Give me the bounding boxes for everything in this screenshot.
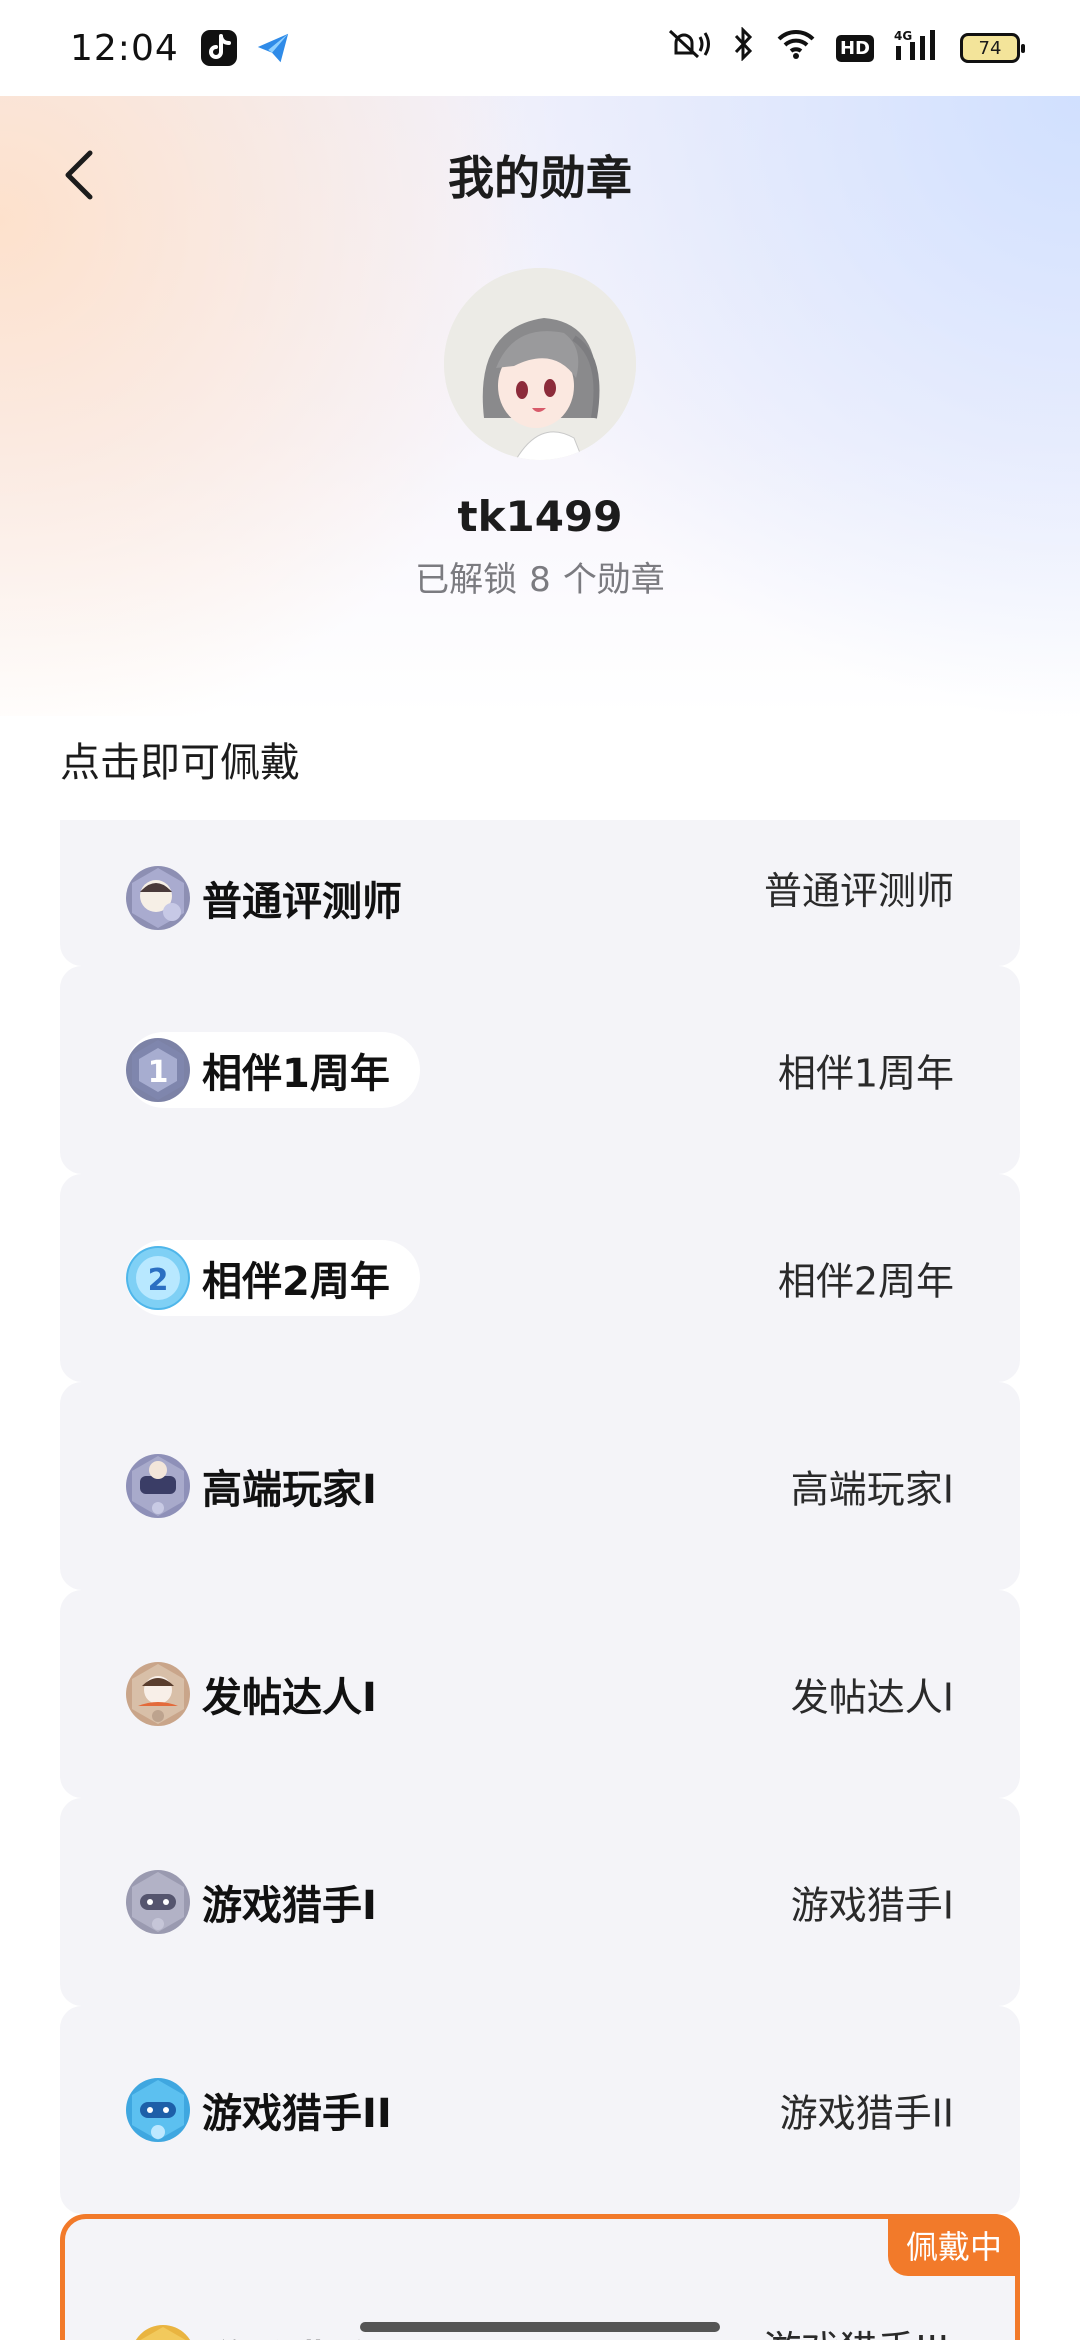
poster-badge-icon bbox=[126, 1662, 190, 1726]
anniversary-2-badge-icon: 2 bbox=[126, 1246, 190, 1310]
badge-name: 游戏猎手II bbox=[202, 2091, 392, 2137]
status-bar: 12:04 HD 4G 74 bbox=[0, 0, 1080, 96]
badge-card[interactable]: 1 相伴1周年 相伴1周年 bbox=[60, 966, 1020, 1174]
badge-chip: 1 相伴1周年 bbox=[126, 1032, 420, 1108]
svg-text:2: 2 bbox=[148, 1263, 169, 1298]
svg-text:1: 1 bbox=[148, 1055, 169, 1090]
badge-value: 普通评测师 bbox=[763, 869, 954, 913]
badge-chip: 普通评测师 bbox=[126, 860, 432, 936]
anniversary-1-badge-icon: 1 bbox=[126, 1038, 190, 1102]
hd-icon: HD bbox=[835, 34, 874, 62]
badge-value: 游戏猎手I bbox=[790, 1883, 954, 1928]
badge-card[interactable]: 游戏猎手I 游戏猎手I bbox=[60, 1798, 1020, 2006]
badge-page: 12:04 HD 4G 74 我的勋章 tk1499 已解锁 8 个勋章 点击即… bbox=[0, 0, 1080, 2340]
avatar[interactable] bbox=[444, 268, 636, 460]
home-indicator[interactable] bbox=[360, 2322, 720, 2332]
unlock-prefix: 已解锁 bbox=[415, 560, 518, 600]
unlock-count-text: 已解锁 8 个勋章 bbox=[0, 552, 1080, 601]
unlock-count: 8 bbox=[529, 560, 551, 600]
badge-card[interactable]: 高端玩家I 高端玩家I bbox=[60, 1382, 1020, 1590]
badge-value: 相伴1周年 bbox=[777, 1051, 954, 1096]
badge-value: 游戏猎手II bbox=[779, 2091, 954, 2136]
badge-chip: 发帖达人I bbox=[126, 1656, 407, 1732]
badge-chip: 2 相伴2周年 bbox=[126, 1240, 420, 1316]
badge-name: 游戏猎手I bbox=[202, 1883, 377, 1929]
badge-chip: 高端玩家I bbox=[126, 1448, 407, 1524]
pro-player-badge-icon bbox=[126, 1454, 190, 1518]
bluetooth-icon bbox=[732, 26, 756, 69]
badge-name: 普通评测师 bbox=[202, 879, 402, 925]
section-title: 点击即可佩戴 bbox=[60, 740, 300, 786]
mute-icon bbox=[666, 27, 712, 69]
badge-card[interactable]: 发帖达人I 发帖达人I bbox=[60, 1590, 1020, 1798]
game-hunter-1-badge-icon bbox=[126, 1870, 190, 1934]
badge-name: 发帖达人I bbox=[202, 1675, 377, 1721]
game-hunter-3-badge-icon bbox=[131, 2325, 195, 2340]
battery-indicator: 74 bbox=[960, 33, 1025, 63]
tiktok-icon bbox=[200, 30, 237, 66]
signal-icon: 4G bbox=[894, 28, 940, 68]
badge-name: 相伴1周年 bbox=[202, 1051, 390, 1097]
status-icons: HD 4G 74 bbox=[666, 26, 1025, 69]
username: tk1499 bbox=[457, 492, 623, 541]
badge-value: 高端玩家I bbox=[790, 1467, 954, 1512]
badge-value: 相伴2周年 bbox=[777, 1259, 954, 1304]
badge-chip: 游戏猎手II bbox=[126, 2072, 422, 2148]
badge-list: 普通评测师 普通评测师 1 相伴1周年 相伴1周年 2 相伴2周年 相伴2周年 bbox=[60, 820, 1020, 2340]
badge-name: 相伴2周年 bbox=[202, 1259, 390, 1305]
paper-plane-icon bbox=[255, 30, 291, 66]
wifi-icon bbox=[776, 28, 816, 68]
badge-value: 发帖达人I bbox=[790, 1675, 954, 1720]
badge-value: 游戏猎手III bbox=[763, 2319, 949, 2340]
wearing-tag: 佩戴中 bbox=[887, 2214, 1020, 2276]
page-title: 我的勋章 bbox=[448, 151, 632, 205]
unlock-suffix: 个勋章 bbox=[562, 560, 665, 600]
badge-name: 高端玩家I bbox=[202, 1467, 377, 1513]
badge-card[interactable]: 游戏猎手II 游戏猎手II bbox=[60, 2006, 1020, 2214]
game-hunter-2-badge-icon bbox=[126, 2078, 190, 2142]
badge-card[interactable]: 2 相伴2周年 相伴2周年 bbox=[60, 1174, 1020, 1382]
reviewer-badge-icon bbox=[126, 866, 190, 930]
badge-card[interactable]: 普通评测师 普通评测师 bbox=[60, 820, 1020, 966]
badge-chip: 游戏猎手I bbox=[126, 1864, 407, 1940]
svg-text:4G: 4G bbox=[894, 29, 912, 43]
status-time: 12:04 bbox=[70, 27, 179, 69]
